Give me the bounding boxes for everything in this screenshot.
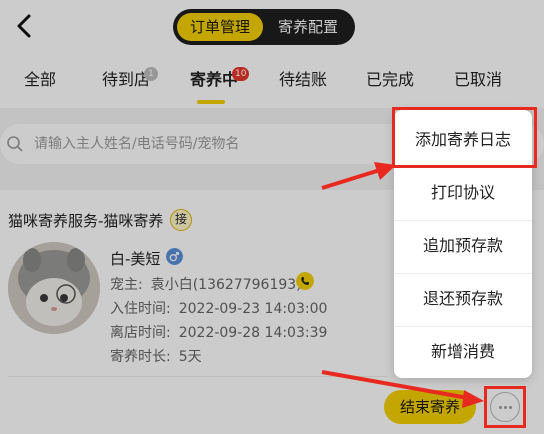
- owner-value: 袁小白(13627796193): [150, 277, 302, 293]
- menu-item-refund-deposit[interactable]: 退还预存款: [394, 273, 532, 325]
- active-tab-indicator: [197, 100, 225, 104]
- segment-boarding-config[interactable]: 寄养配置: [265, 13, 351, 41]
- tab-awaiting-arrival[interactable]: 待到店 1: [98, 52, 158, 108]
- tab-label: 待到店: [101, 70, 150, 89]
- phone-icon[interactable]: [296, 272, 314, 290]
- owner-label: 宠主:: [110, 277, 143, 293]
- tab-label: 已完成: [365, 70, 414, 89]
- tab-cancelled[interactable]: 已取消: [450, 52, 506, 108]
- top-bar: 订单管理 寄养配置: [0, 0, 544, 52]
- pet-name: 白-美短: [110, 250, 161, 268]
- count-badge: 10: [232, 67, 250, 81]
- highlight-box: [484, 386, 526, 428]
- pet-avatar: [8, 242, 100, 334]
- menu-item-new-charge[interactable]: 新增消费: [394, 326, 532, 378]
- checkin-label: 入住时间:: [110, 301, 171, 317]
- checkin-value: 2022-09-23 14:03:00: [178, 301, 328, 317]
- status-tabs: 全部 待到店 1 寄养中 10 待结账 已完成 已取消: [0, 52, 544, 108]
- duration-value: 5天: [178, 349, 202, 365]
- count-badge: 1: [144, 67, 158, 81]
- checkout-label: 离店时间:: [110, 325, 171, 341]
- menu-item-add-deposit[interactable]: 追加预存款: [394, 220, 532, 272]
- segment-control: 订单管理 寄养配置: [173, 9, 355, 45]
- divider: [8, 376, 388, 377]
- search-icon: [7, 136, 23, 152]
- pickup-tag: 接: [170, 209, 192, 231]
- chevron-left-icon[interactable]: [10, 8, 40, 44]
- male-icon: [166, 248, 183, 265]
- tab-completed[interactable]: 已完成: [362, 52, 418, 108]
- checkin-row: 入住时间: 2022-09-23 14:03:00: [110, 298, 327, 318]
- tab-label: 全部: [23, 70, 56, 89]
- duration-label: 寄养时长:: [110, 349, 171, 365]
- cat-photo: [8, 242, 100, 334]
- search-placeholder: 请输入主人姓名/电话号码/宠物名: [34, 136, 240, 152]
- end-boarding-button[interactable]: 结束寄养: [384, 390, 476, 424]
- checkout-row: 离店时间: 2022-09-28 14:03:39: [110, 322, 327, 342]
- owner-row: 宠主: 袁小白(13627796193): [110, 274, 302, 294]
- service-title: 猫咪寄养服务-猫咪寄养: [8, 212, 164, 230]
- checkout-value: 2022-09-28 14:03:39: [178, 325, 328, 341]
- tab-label: 待结账: [278, 70, 327, 89]
- tab-label: 已取消: [453, 70, 502, 89]
- tab-awaiting-checkout[interactable]: 待结账: [274, 52, 332, 108]
- segment-order-management[interactable]: 订单管理: [177, 13, 263, 41]
- tab-label: 寄养中: [189, 70, 238, 89]
- highlight-box: [392, 107, 537, 168]
- duration-row: 寄养时长: 5天: [110, 346, 202, 366]
- menu-item-print-agreement[interactable]: 打印协议: [394, 167, 532, 219]
- tab-all[interactable]: 全部: [18, 52, 62, 108]
